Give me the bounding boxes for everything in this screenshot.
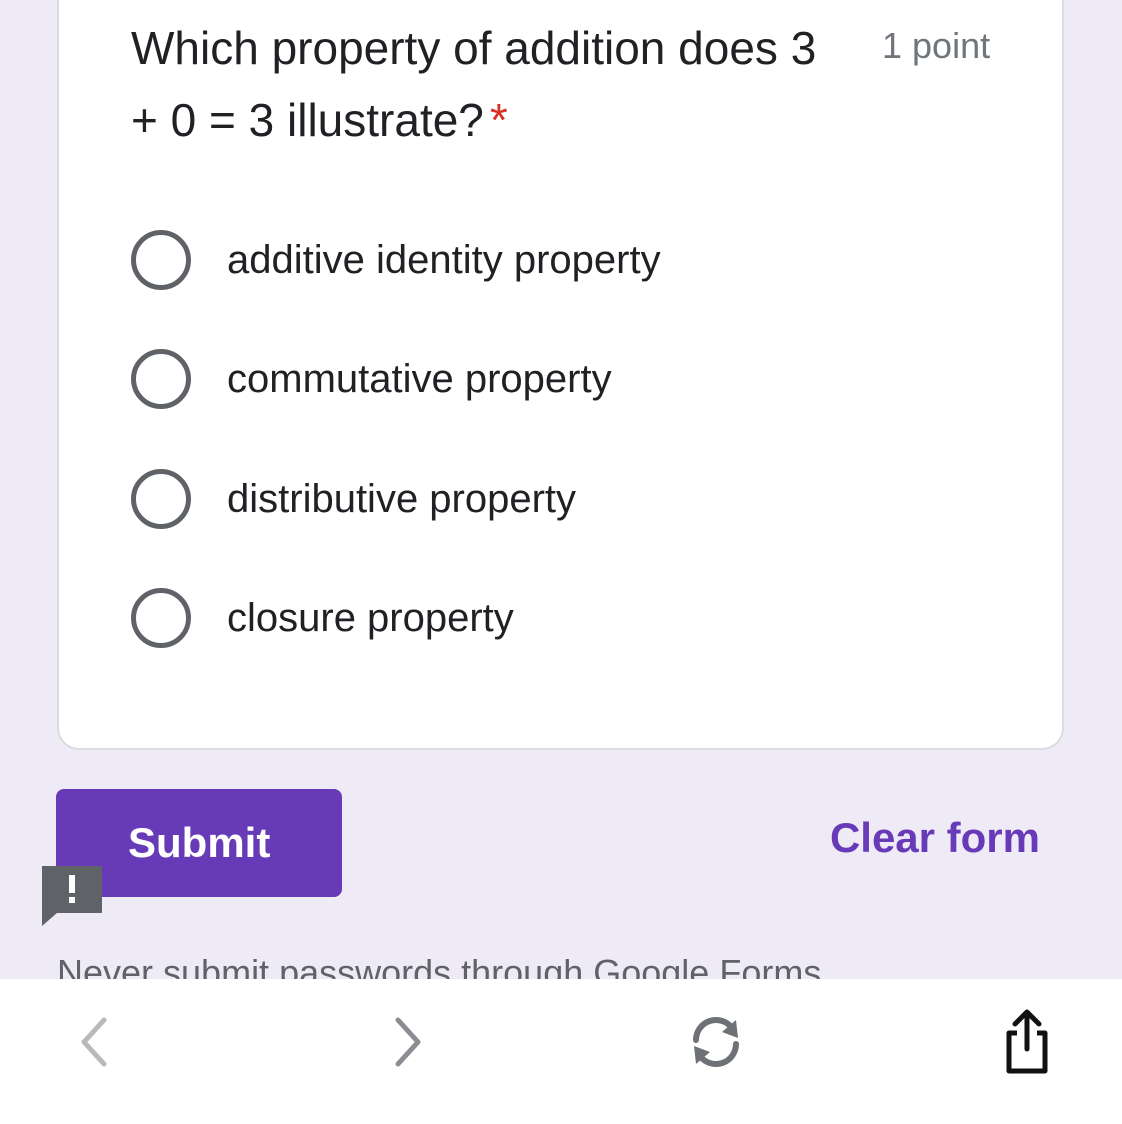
option-label: distributive property [227, 476, 577, 521]
radio-button[interactable] [131, 349, 191, 409]
option-label: additive identity property [227, 237, 661, 282]
forward-icon[interactable] [373, 1007, 443, 1077]
option-distributive[interactable]: distributive property [131, 469, 576, 529]
question-text: Which property of addition does 3 + 0 = … [131, 12, 851, 156]
radio-button[interactable] [131, 230, 191, 290]
report-feedback-icon[interactable] [41, 866, 103, 928]
radio-button[interactable] [131, 588, 191, 648]
reload-icon[interactable] [681, 1007, 751, 1077]
option-label: commutative property [227, 356, 612, 401]
option-additive-identity[interactable]: additive identity property [131, 230, 661, 290]
clear-form-button[interactable]: Clear form [830, 814, 1040, 862]
question-label: Which property of addition does 3 + 0 = … [131, 22, 817, 146]
option-commutative[interactable]: commutative property [131, 349, 612, 409]
browser-toolbar [0, 979, 1122, 1124]
radio-button[interactable] [131, 469, 191, 529]
option-closure[interactable]: closure property [131, 588, 514, 648]
share-icon[interactable] [992, 1007, 1062, 1077]
required-marker: * [489, 94, 508, 146]
back-icon[interactable] [59, 1007, 129, 1077]
points-label: 1 point [882, 25, 991, 66]
option-label: closure property [227, 595, 514, 640]
